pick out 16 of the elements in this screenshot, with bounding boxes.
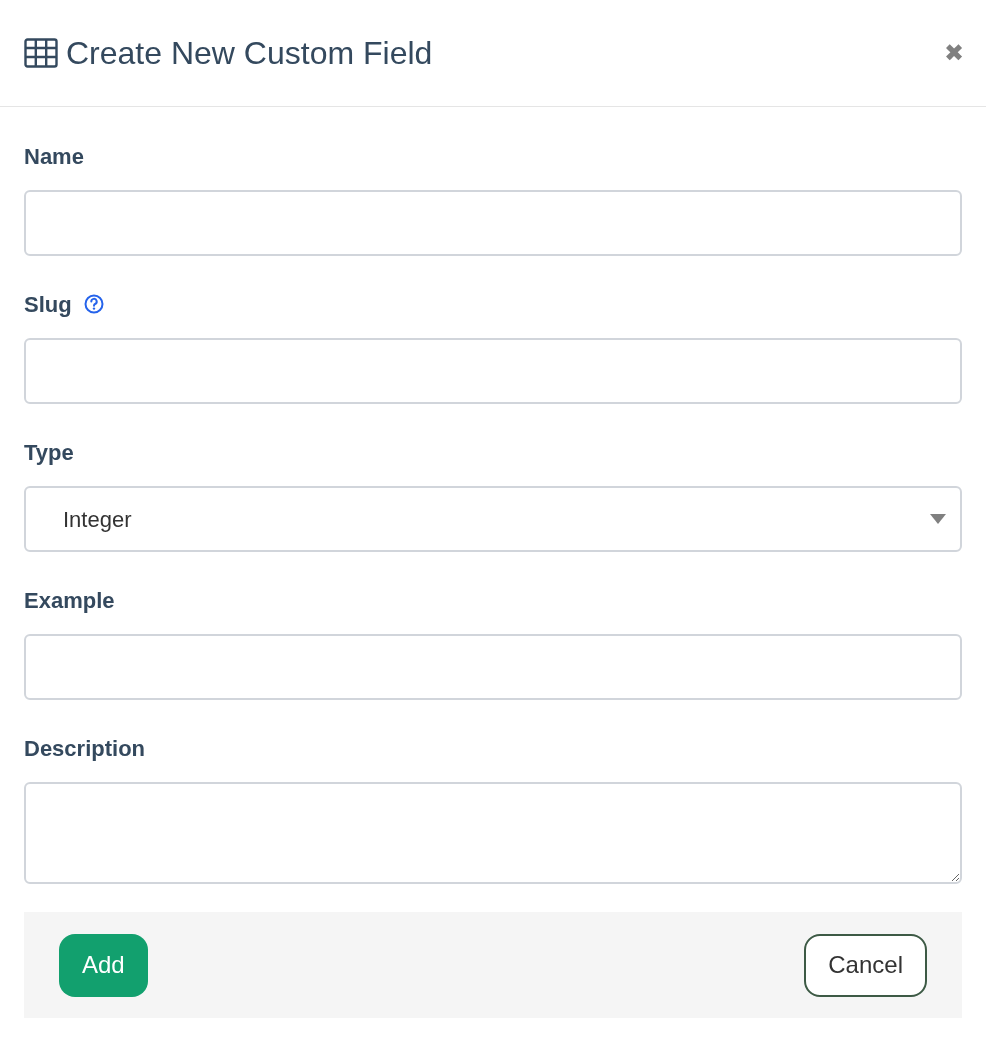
field-label: Slug — [24, 290, 72, 319]
field-label: Description — [24, 734, 146, 763]
input-field[interactable] — [24, 634, 962, 700]
field-label: Name — [24, 142, 84, 171]
close-button[interactable]: ✖ — [944, 41, 964, 65]
cancel-button[interactable]: Cancel — [804, 933, 927, 997]
input-field[interactable] — [24, 190, 962, 256]
dialog-title: Create New Custom Field — [66, 37, 433, 69]
text-area[interactable] — [24, 782, 962, 884]
field-label: Example — [24, 586, 115, 615]
help-icon[interactable] — [83, 294, 104, 314]
input-field[interactable] — [24, 338, 962, 404]
field-label: Type — [24, 438, 74, 467]
caret-icon — [930, 514, 946, 524]
type-dropdown[interactable]: Integer — [24, 486, 962, 552]
table-icon — [24, 38, 58, 68]
